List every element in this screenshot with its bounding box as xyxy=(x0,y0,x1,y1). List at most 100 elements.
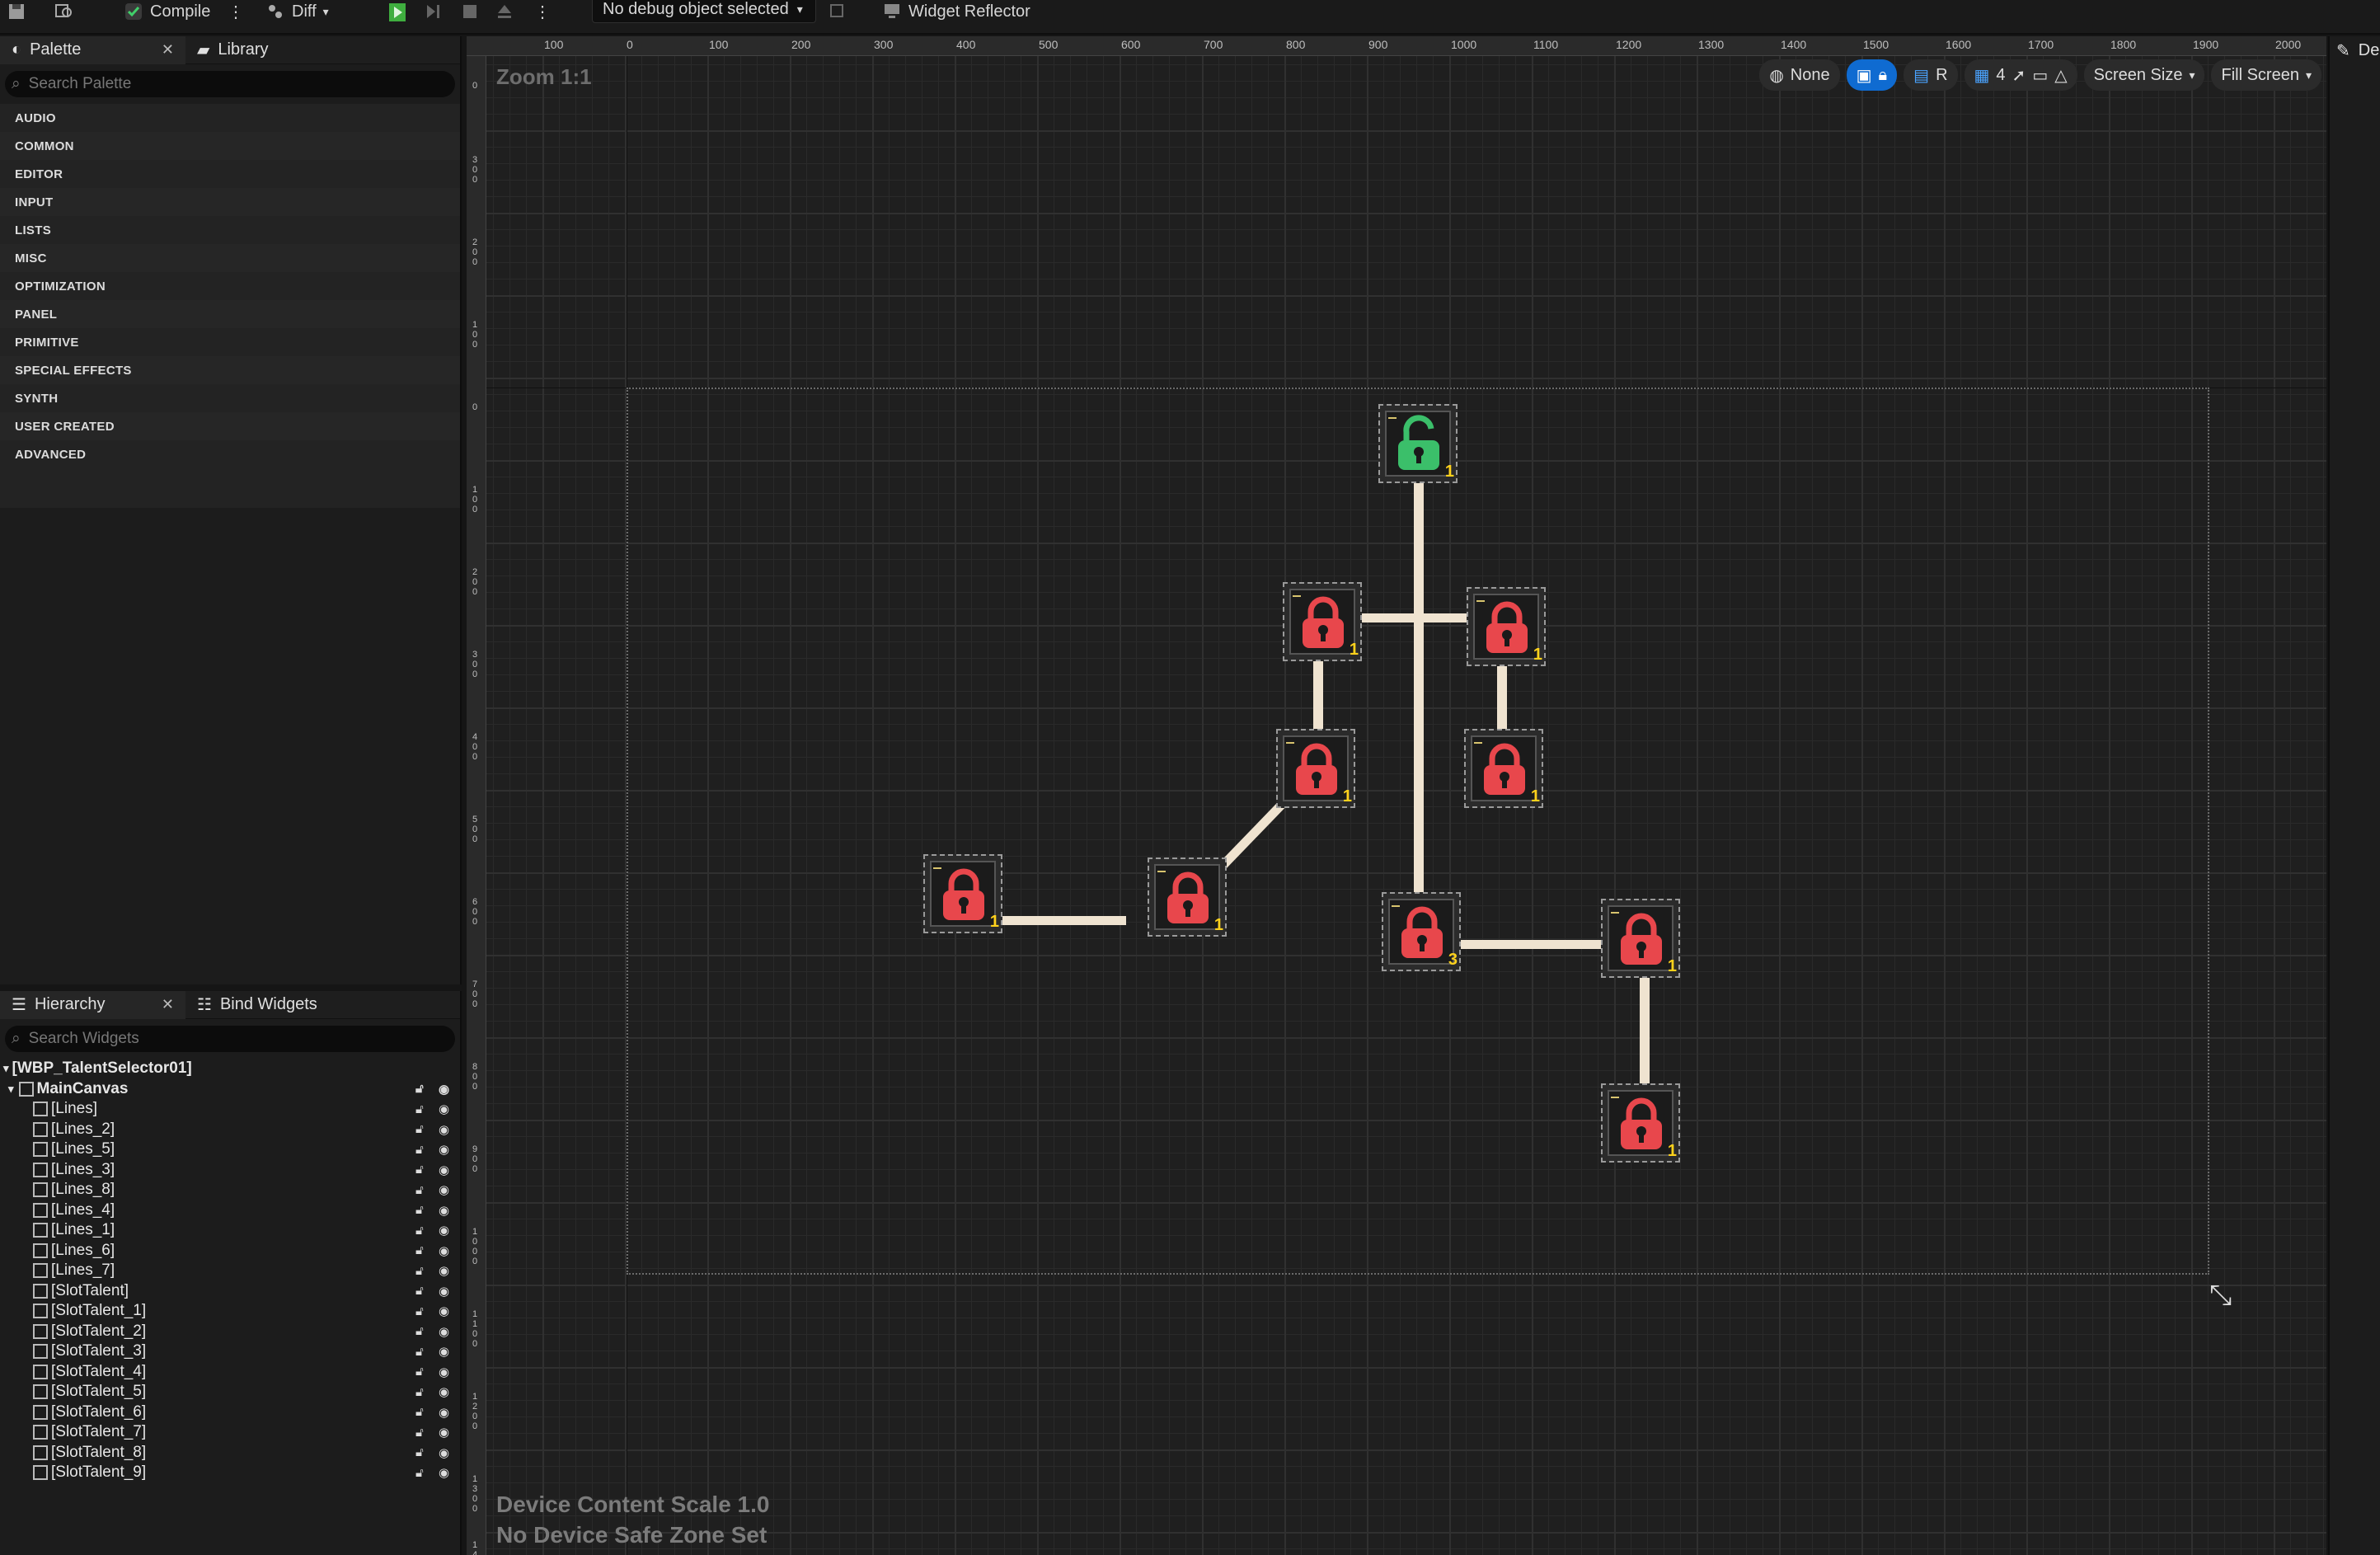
grid-snap-toggle[interactable]: ▦ 4 ➚ ▭ △ xyxy=(1964,59,2077,91)
lock-icon[interactable]: 🔓︎ xyxy=(415,1466,424,1480)
tree-item[interactable]: [SlotTalent_5] 🔓︎ ◉ xyxy=(0,1382,460,1402)
eye-icon[interactable]: ◉ xyxy=(439,1344,449,1359)
play-button[interactable] xyxy=(387,0,407,23)
palette-search-input[interactable]: ⌕ Search Palette xyxy=(5,71,455,97)
talent-slot-right-mid[interactable]: 1 xyxy=(1467,587,1546,666)
palette-category[interactable]: USER CREATED xyxy=(0,412,460,440)
tree-item[interactable]: [Lines_2] 🔓︎ ◉ xyxy=(0,1120,460,1140)
palette-category[interactable]: COMMON xyxy=(0,132,460,160)
lock-icon[interactable]: 🔓︎ xyxy=(415,1243,424,1257)
palette-category[interactable]: EDITOR xyxy=(0,160,460,188)
compile-button[interactable]: Compile xyxy=(124,0,210,23)
browse-icon[interactable] xyxy=(54,0,74,23)
eye-icon[interactable]: ◉ xyxy=(439,1102,449,1116)
palette-category[interactable]: PANEL xyxy=(0,300,460,328)
talent-slot-right-low[interactable]: 1 xyxy=(1464,729,1543,808)
tree-item[interactable]: [Lines_8] 🔓︎ ◉ xyxy=(0,1180,460,1200)
lock-icon[interactable]: 🔓︎ xyxy=(415,1426,424,1440)
eye-icon[interactable]: ◉ xyxy=(439,1263,449,1278)
lock-toggle[interactable]: ▣ 🔒︎ xyxy=(1846,59,1898,91)
tab-details[interactable]: ✎ De xyxy=(2330,36,2380,64)
eye-icon[interactable]: ◉ xyxy=(439,1223,449,1238)
tree-root[interactable]: ▾ [WBP_TalentSelector01] xyxy=(0,1059,460,1079)
tree-item[interactable]: [Lines] 🔓︎ ◉ xyxy=(0,1099,460,1120)
lock-icon[interactable]: 🔓︎ xyxy=(415,1082,424,1096)
palette-category[interactable]: MISC xyxy=(0,244,460,272)
eye-icon[interactable]: ◉ xyxy=(439,1122,449,1137)
tab-palette[interactable]: ◐ Palette ✕ xyxy=(0,35,185,64)
debug-object-dropdown[interactable]: No debug object selected ▾ xyxy=(592,0,816,23)
respect-locks-toggle[interactable]: ▤ R xyxy=(1904,59,1958,91)
stop-icon[interactable] xyxy=(460,0,480,23)
eye-icon[interactable]: ◉ xyxy=(439,1142,449,1157)
palette-category[interactable]: LISTS xyxy=(0,216,460,244)
designer-viewport[interactable]: 100 0 100 200 300 400 500 600 700 800 900 1000 1100 1… xyxy=(467,36,2326,1555)
lock-icon[interactable]: 🔓︎ xyxy=(415,1345,424,1359)
tree-item[interactable]: [SlotTalent_7] 🔓︎ ◉ xyxy=(0,1422,460,1443)
tab-bind-widgets[interactable]: ☷ Bind Widgets xyxy=(185,991,329,1019)
tree-item[interactable]: [SlotTalent_8] 🔓︎ ◉ xyxy=(0,1443,460,1463)
widget-search-input[interactable]: ⌕ Search Widgets xyxy=(5,1026,455,1052)
tree-item[interactable]: [SlotTalent_6] 🔓︎ ◉ xyxy=(0,1402,460,1423)
lock-icon[interactable]: 🔓︎ xyxy=(415,1405,424,1419)
lock-icon[interactable]: 🔓︎ xyxy=(415,1183,424,1197)
tree-item[interactable]: [SlotTalent_1] 🔓︎ ◉ xyxy=(0,1301,460,1322)
eye-icon[interactable]: ◉ xyxy=(439,1203,449,1218)
eye-icon[interactable]: ◉ xyxy=(439,1405,449,1420)
eye-icon[interactable]: ◉ xyxy=(439,1384,449,1399)
save-icon[interactable] xyxy=(7,0,26,23)
world-dropdown[interactable]: ◍ None xyxy=(1759,59,1840,91)
lock-icon[interactable]: 🔓︎ xyxy=(415,1385,424,1399)
lock-icon[interactable]: 🔓︎ xyxy=(415,1365,424,1379)
lock-icon[interactable]: 🔓︎ xyxy=(415,1304,424,1318)
resize-handle-icon[interactable]: ⤡ xyxy=(2209,1280,2232,1312)
talent-slot-top[interactable]: 1 xyxy=(1378,404,1458,483)
lock-icon[interactable]: 🔓︎ xyxy=(415,1284,424,1298)
palette-category[interactable]: OPTIMIZATION xyxy=(0,272,460,300)
lock-icon[interactable]: 🔓︎ xyxy=(415,1445,424,1459)
palette-category[interactable]: PRIMITIVE xyxy=(0,328,460,356)
eye-icon[interactable]: ◉ xyxy=(439,1425,449,1440)
tree-item[interactable]: [Lines_4] 🔓︎ ◉ xyxy=(0,1200,460,1221)
palette-category[interactable]: SYNTH xyxy=(0,384,460,412)
screen-size-dropdown[interactable]: Screen Size ▾ xyxy=(2083,59,2205,91)
tree-item[interactable]: [SlotTalent] 🔓︎ ◉ xyxy=(0,1281,460,1302)
step-icon[interactable] xyxy=(424,0,444,23)
compile-options-icon[interactable]: ⋮ xyxy=(228,0,244,23)
eye-icon[interactable]: ◉ xyxy=(439,1163,449,1177)
widget-reflector-button[interactable]: Widget Reflector xyxy=(882,0,1030,23)
eye-icon[interactable]: ◉ xyxy=(439,1284,449,1299)
tree-item[interactable]: [Lines_3] 🔓︎ ◉ xyxy=(0,1160,460,1181)
eye-icon[interactable]: ◉ xyxy=(439,1243,449,1258)
close-icon[interactable]: ✕ xyxy=(162,41,174,59)
eye-icon[interactable]: ◉ xyxy=(439,1365,449,1379)
palette-category[interactable]: AUDIO xyxy=(0,104,460,132)
diff-button[interactable]: Diff ▾ xyxy=(265,0,329,23)
debug-filter-icon[interactable] xyxy=(828,0,847,23)
tree-item[interactable]: [SlotTalent_2] 🔓︎ ◉ xyxy=(0,1322,460,1342)
tree-item[interactable]: [Lines_5] 🔓︎ ◉ xyxy=(0,1139,460,1160)
eye-icon[interactable]: ◉ xyxy=(439,1324,449,1339)
palette-category[interactable]: INPUT xyxy=(0,188,460,216)
talent-slot-center-bottom[interactable]: 3 xyxy=(1382,892,1461,971)
lock-icon[interactable]: 🔓︎ xyxy=(415,1324,424,1338)
palette-category[interactable]: ADVANCED xyxy=(0,440,460,468)
eye-icon[interactable]: ◉ xyxy=(439,1304,449,1318)
lock-icon[interactable]: 🔓︎ xyxy=(415,1122,424,1136)
tree-item[interactable]: [SlotTalent_4] 🔓︎ ◉ xyxy=(0,1362,460,1383)
eye-icon[interactable]: ◉ xyxy=(439,1082,449,1097)
fill-screen-dropdown[interactable]: Fill Screen ▾ xyxy=(2211,59,2321,91)
tab-library[interactable]: ▰ Library xyxy=(185,36,280,64)
lock-icon[interactable]: 🔓︎ xyxy=(415,1203,424,1217)
tree-item[interactable]: [Lines_6] 🔓︎ ◉ xyxy=(0,1241,460,1261)
lock-icon[interactable]: 🔓︎ xyxy=(415,1224,424,1238)
talent-slot-left-mid[interactable]: 1 xyxy=(1283,582,1362,661)
tree-item[interactable]: [Lines_7] 🔓︎ ◉ xyxy=(0,1261,460,1281)
play-options-icon[interactable]: ⋮ xyxy=(534,0,551,23)
talent-slot-left-chain[interactable]: 1 xyxy=(1148,857,1227,937)
tab-hierarchy[interactable]: ☰ Hierarchy ✕ xyxy=(0,990,185,1019)
talent-slot-far-left[interactable]: 1 xyxy=(923,854,1002,933)
eye-icon[interactable]: ◉ xyxy=(439,1445,449,1460)
talent-slot-right-bottom[interactable]: 1 xyxy=(1601,899,1680,978)
eject-icon[interactable] xyxy=(495,0,514,23)
